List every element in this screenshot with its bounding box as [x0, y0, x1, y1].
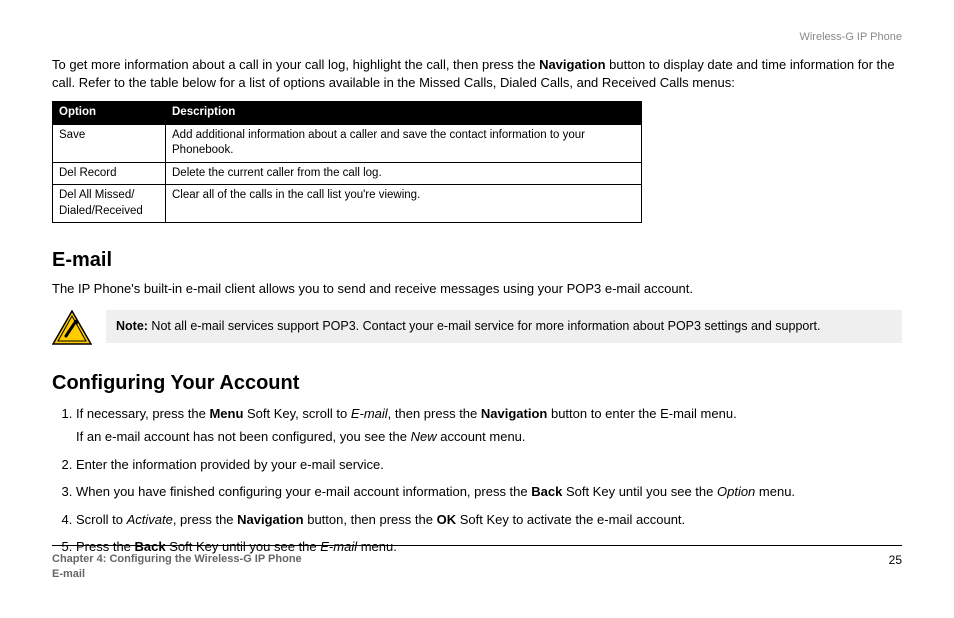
cell-option: Save [53, 124, 166, 162]
step-subtext: If an e-mail account has not been config… [76, 428, 902, 446]
heading-email: E-mail [52, 247, 902, 274]
steps-list: If necessary, press the Menu Soft Key, s… [52, 405, 902, 556]
step-text: button to enter the E-mail menu. [547, 406, 736, 421]
step-bold: Navigation [481, 406, 547, 421]
step-text: Soft Key until you see the [562, 484, 717, 499]
warning-icon [52, 310, 92, 346]
step-italic: Option [717, 484, 755, 499]
product-name: Wireless-G IP Phone [799, 30, 902, 45]
step-bold: Menu [209, 406, 243, 421]
page-footer: Chapter 4: Configuring the Wireless-G IP… [52, 545, 902, 582]
list-item: If necessary, press the Menu Soft Key, s… [76, 405, 902, 446]
step-text: Scroll to [76, 512, 127, 527]
step-bold: Navigation [237, 512, 303, 527]
table-header-row: Option Description [53, 102, 642, 125]
document-page: Wireless-G IP Phone To get more informat… [0, 0, 954, 618]
step-text: Soft Key, scroll to [243, 406, 350, 421]
note-text: Not all e-mail services support POP3. Co… [148, 319, 821, 333]
step-text: Soft Key to activate the e-mail account. [456, 512, 685, 527]
heading-configuring: Configuring Your Account [52, 370, 902, 397]
step-text: , press the [173, 512, 237, 527]
step-italic: New [411, 429, 437, 444]
cell-desc: Add additional information about a calle… [166, 124, 642, 162]
note-label: Note: [116, 319, 148, 333]
step-text: If an e-mail account has not been config… [76, 429, 411, 444]
header-option: Option [53, 102, 166, 125]
intro-paragraph: To get more information about a call in … [52, 56, 902, 91]
footer-left: Chapter 4: Configuring the Wireless-G IP… [52, 552, 302, 582]
step-bold: OK [437, 512, 457, 527]
step-italic: Activate [127, 512, 173, 527]
intro-text-a: To get more information about a call in … [52, 57, 539, 72]
list-item: Scroll to Activate, press the Navigation… [76, 511, 902, 529]
step-text: menu. [755, 484, 795, 499]
step-text: account menu. [437, 429, 526, 444]
step-bold: Back [531, 484, 562, 499]
list-item: Enter the information provided by your e… [76, 456, 902, 474]
cell-desc: Delete the current caller from the call … [166, 162, 642, 185]
step-text: button, then press the [304, 512, 437, 527]
list-item: When you have finished configuring your … [76, 483, 902, 501]
step-text: , then press the [388, 406, 481, 421]
footer-chapter: Chapter 4: Configuring the Wireless-G IP… [52, 552, 302, 567]
step-italic: E-mail [351, 406, 388, 421]
intro-bold: Navigation [539, 57, 605, 72]
table-row: Save Add additional information about a … [53, 124, 642, 162]
footer-page-number: 25 [889, 552, 902, 568]
footer-section: E-mail [52, 567, 302, 582]
step-text: If necessary, press the [76, 406, 209, 421]
table-row: Del All Missed/ Dialed/Received Clear al… [53, 185, 642, 223]
cell-option: Del Record [53, 162, 166, 185]
cell-desc: Clear all of the calls in the call list … [166, 185, 642, 223]
step-text: When you have finished configuring your … [76, 484, 531, 499]
note-box: Note: Not all e-mail services support PO… [106, 310, 902, 343]
table-row: Del Record Delete the current caller fro… [53, 162, 642, 185]
note-row: Note: Not all e-mail services support PO… [52, 310, 902, 346]
email-body: The IP Phone's built-in e-mail client al… [52, 280, 902, 298]
options-table: Option Description Save Add additional i… [52, 101, 642, 223]
header-description: Description [166, 102, 642, 125]
cell-option: Del All Missed/ Dialed/Received [53, 185, 166, 223]
step-text: Enter the information provided by your e… [76, 457, 384, 472]
